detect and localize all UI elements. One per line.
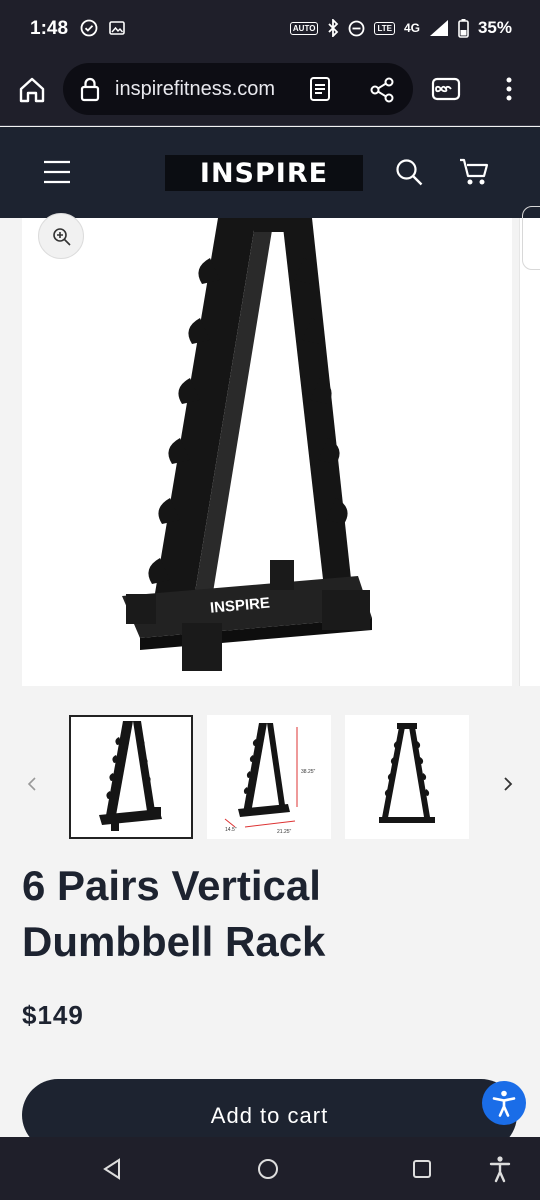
status-time: 1:48 [30,18,69,39]
product-title: 6 Pairs Vertical Dumbbell Rack [22,862,326,965]
search-button[interactable] [392,155,426,189]
product-main-image[interactable]: INSPIRE [22,218,512,686]
hamburger-icon [44,160,70,184]
recents-button[interactable] [408,1155,436,1183]
system-nav-bar [0,1137,540,1200]
back-button[interactable] [98,1155,126,1183]
more-vert-icon [506,77,512,101]
bluetooth-icon [328,19,339,37]
tabs-button[interactable] [430,74,462,104]
search-icon [396,159,423,186]
lock-icon [80,77,100,102]
volte-icon: LTE [374,21,395,35]
browser-toolbar: inspirefitness.com [0,60,540,126]
image-icon [109,21,125,35]
back-triangle-icon [103,1158,120,1180]
document-icon [310,77,330,101]
next-image-peek-frame [522,206,540,270]
network-type: 4G [403,21,420,35]
accessibility-person-icon [489,1156,511,1183]
product-price: $149 [22,1000,84,1030]
dim-height: 38.25" [301,769,316,775]
thumbnail-2[interactable]: 38.25" 21.25" 14.5" [207,715,331,839]
accessibility-button[interactable] [482,1081,526,1125]
battery-icon [458,18,469,38]
next-image-peek [519,218,540,686]
hamburger-menu-button[interactable] [40,155,74,189]
rack-thumbnail-image [99,721,162,831]
tabs-icon [431,77,461,101]
recents-square-icon [413,1160,431,1178]
dim-width: 21.25" [277,829,292,835]
zoom-in-icon [53,228,71,246]
chevron-right-icon [504,777,513,791]
url-text: inspirefitness.com [115,78,276,100]
share-button[interactable] [367,75,397,105]
site-logo[interactable]: INSPIRE [165,155,363,191]
site-header: INSPIRE [0,127,540,218]
cart-icon [460,158,489,185]
thumbnail-3[interactable] [345,715,469,839]
check-circle-icon [80,19,98,37]
rack-dimensions-thumbnail: 38.25" 21.25" 14.5" [224,723,316,835]
home-icon [19,77,45,103]
do-not-disturb-icon [349,20,365,36]
zoom-button[interactable] [38,213,84,259]
chevron-left-icon [27,777,36,791]
reader-mode-button[interactable] [306,75,334,103]
status-bar: 1:48 AUTO LTE 4G 35% [0,0,540,60]
dumbbell-rack-image: INSPIRE [122,218,372,671]
dim-depth: 14.5" [225,827,237,833]
next-image-button[interactable] [498,770,518,798]
home-circle-icon [258,1159,278,1179]
signal-icon [429,20,448,36]
thumbnail-1[interactable] [69,715,193,839]
home-button[interactable] [14,72,50,108]
prev-image-button[interactable] [22,770,42,798]
battery-percent: 35% [477,18,512,37]
cart-button[interactable] [456,155,492,189]
home-nav-button[interactable] [254,1155,282,1183]
accessibility-nav-button[interactable] [486,1154,514,1184]
share-icon [370,77,394,103]
accessibility-icon [492,1090,516,1117]
address-bar[interactable]: inspirefitness.com [63,63,413,115]
rack-side-thumbnail [379,723,435,823]
menu-more-button[interactable] [498,74,520,104]
auto-hd-icon: AUTO [289,21,319,35]
